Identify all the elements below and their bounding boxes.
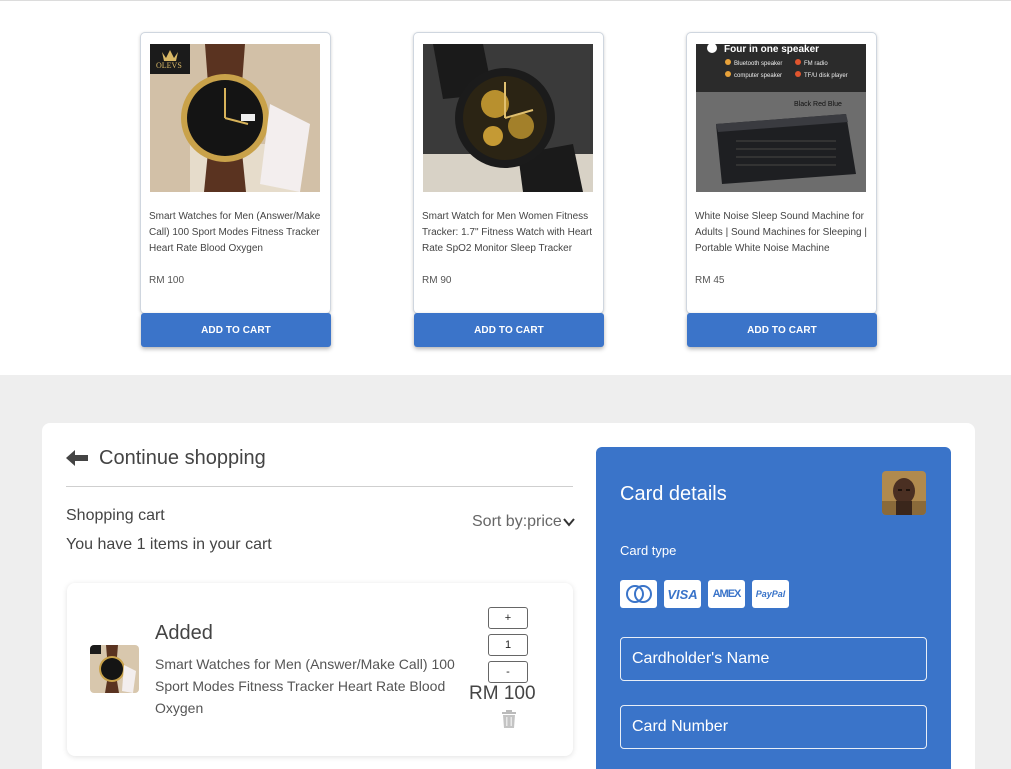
cart-section: Continue shopping Shopping cart You have…: [0, 375, 1011, 769]
add-to-cart-button[interactable]: ADD TO CART: [414, 313, 604, 347]
cart-panel: Continue shopping Shopping cart You have…: [42, 423, 975, 769]
continue-shopping-label: Continue shopping: [99, 446, 266, 469]
trash-icon[interactable]: [501, 710, 517, 728]
product-card[interactable]: OLEVS Smart Watches for Men (Answer/Make…: [140, 32, 331, 314]
cardholder-name-input[interactable]: [621, 638, 926, 680]
cart-item-thumbnail: [90, 645, 139, 693]
cart-item-description: Smart Watches for Men (Answer/Make Call)…: [155, 656, 455, 716]
cart-item-status: Added: [155, 622, 213, 644]
card-details-panel: Card details Card type VISA AMEX PayPal …: [596, 447, 951, 769]
speaker-image: Four in one speaker Bluetooth speaker FM…: [696, 44, 866, 192]
product-grid: OLEVS Smart Watches for Men (Answer/Make…: [0, 1, 1011, 375]
card-details-heading: Card details: [620, 483, 727, 505]
svg-text:computer speaker: computer speaker: [734, 73, 782, 79]
card-number-input[interactable]: [621, 706, 926, 748]
product-title: Smart Watch for Men Women Fitness Tracke…: [422, 211, 593, 254]
continue-shopping-link[interactable]: Continue shopping: [66, 446, 266, 470]
card-number-field[interactable]: [620, 705, 927, 749]
product-price: RM 90: [422, 275, 452, 286]
svg-text:Bluetooth speaker: Bluetooth speaker: [734, 61, 782, 67]
add-to-cart-button[interactable]: ADD TO CART: [687, 313, 877, 347]
visa-icon[interactable]: VISA: [664, 580, 701, 608]
svg-text:Black Red Blue: Black Red Blue: [794, 101, 842, 108]
arrow-left-icon: [66, 450, 88, 466]
product-price: RM 100: [149, 275, 185, 286]
svg-text:Four in one speaker: Four in one speaker: [724, 44, 819, 55]
shopping-cart-title: Shopping cart: [66, 507, 165, 524]
cart-item: Added Smart Watches for Men (Answer/Make…: [67, 583, 573, 756]
add-to-cart-button[interactable]: ADD TO CART: [141, 313, 331, 347]
card-type-label: Card type: [620, 543, 677, 558]
divider: [66, 486, 573, 487]
avatar[interactable]: [882, 471, 926, 515]
product-title: White Noise Sleep Sound Machine for Adul…: [695, 211, 867, 254]
cardholder-name-field[interactable]: [620, 637, 927, 681]
sort-value: price: [527, 513, 562, 530]
product-card[interactable]: Four in one speaker Bluetooth speaker FM…: [686, 32, 877, 314]
watch-image: OLEVS: [150, 44, 320, 192]
amex-icon[interactable]: AMEX: [708, 580, 745, 608]
product-price: RM 45: [695, 275, 725, 286]
svg-text:TF/U disk player: TF/U disk player: [804, 73, 848, 79]
product-title: Smart Watches for Men (Answer/Make Call)…: [149, 211, 321, 254]
mastercard-icon[interactable]: [620, 580, 657, 608]
svg-text:FM radio: FM radio: [804, 61, 828, 67]
paypal-icon[interactable]: PayPal: [752, 580, 789, 608]
quantity-decrease-button[interactable]: -: [488, 661, 528, 683]
quantity-value[interactable]: 1: [488, 634, 528, 656]
sort-dropdown[interactable]: Sort by: price: [472, 513, 575, 531]
quantity-increase-button[interactable]: +: [488, 607, 528, 629]
cart-count-text: You have 1 items in your cart: [66, 536, 272, 553]
chevron-down-icon: [563, 518, 575, 527]
product-card[interactable]: Smart Watch for Men Women Fitness Tracke…: [413, 32, 604, 314]
brand-logo-text: OLEVS: [156, 61, 182, 70]
card-type-options: VISA AMEX PayPal: [620, 580, 789, 608]
cart-item-price: RM 100: [469, 683, 536, 704]
watch-image: [423, 44, 593, 192]
sort-label: Sort by:: [472, 513, 528, 530]
